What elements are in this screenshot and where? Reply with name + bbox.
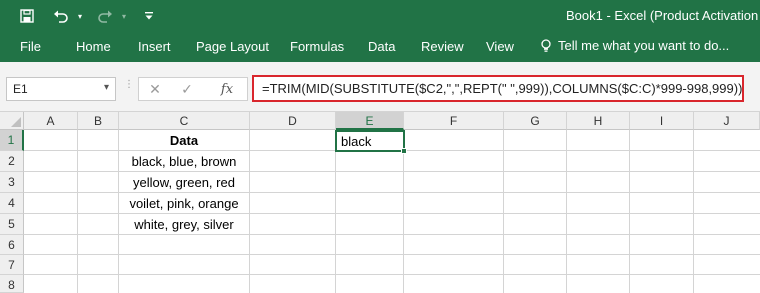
quick-access-toolbar: ▾ ▾	[0, 0, 162, 32]
column-header-j[interactable]: J	[694, 112, 760, 130]
cell-c3[interactable]: yellow, green, red	[119, 173, 249, 193]
name-box-value: E1	[13, 82, 28, 96]
gridline	[24, 254, 760, 255]
tab-review[interactable]: Review	[421, 39, 464, 54]
insert-function-button[interactable]: fx	[212, 77, 242, 101]
column-header-b[interactable]: B	[78, 112, 119, 130]
cell-c2[interactable]: black, blue, brown	[119, 152, 249, 172]
row-header-4[interactable]: 4	[0, 193, 24, 214]
gridline	[629, 130, 630, 293]
select-all-icon	[11, 117, 21, 127]
gridline	[24, 274, 760, 275]
chevron-down-icon[interactable]: ▾	[104, 82, 109, 93]
gridline	[77, 130, 78, 293]
gridline	[335, 130, 336, 293]
active-cell-selection[interactable]	[335, 130, 405, 152]
row-header-7[interactable]: 7	[0, 255, 24, 275]
save-button[interactable]	[14, 0, 40, 32]
row-header-1[interactable]: 1	[0, 130, 24, 151]
fx-icon: fx	[220, 81, 234, 97]
cancel-icon: ✕	[149, 80, 161, 97]
row-header-8[interactable]: 8	[0, 275, 24, 293]
tab-home[interactable]: Home	[76, 39, 111, 54]
tab-view[interactable]: View	[486, 39, 514, 54]
tab-data[interactable]: Data	[368, 39, 395, 54]
undo-dropdown[interactable]: ▾	[74, 0, 86, 32]
save-icon	[20, 9, 34, 23]
column-header-d[interactable]: D	[250, 112, 336, 130]
tab-insert[interactable]: Insert	[138, 39, 171, 54]
cell-c1[interactable]: Data	[119, 131, 249, 151]
redo-button[interactable]	[92, 0, 118, 32]
select-all-button[interactable]	[0, 112, 24, 130]
cell-c4[interactable]: voilet, pink, orange	[119, 194, 249, 214]
tab-page-layout[interactable]: Page Layout	[196, 39, 269, 54]
tell-me-label: Tell me what you want to do...	[558, 38, 730, 53]
undo-icon	[54, 10, 68, 23]
cell-c5[interactable]: white, grey, silver	[119, 215, 249, 235]
title-bar: ▾ ▾ Book1 - Excel (Product Activation F	[0, 0, 760, 32]
gridline	[503, 130, 504, 293]
customize-icon	[145, 12, 153, 20]
window-title: Book1 - Excel (Product Activation F	[566, 8, 760, 23]
column-header-f[interactable]: F	[404, 112, 504, 130]
gridline	[693, 130, 694, 293]
tab-file[interactable]: File	[20, 39, 41, 54]
gridline	[566, 130, 567, 293]
column-header-i[interactable]: I	[630, 112, 694, 130]
row-header-2[interactable]: 2	[0, 151, 24, 172]
cancel-button[interactable]: ✕	[140, 77, 170, 101]
column-header-e[interactable]: E	[336, 112, 404, 130]
name-box[interactable]: E1 ▾	[6, 77, 116, 101]
lightbulb-icon	[541, 38, 551, 52]
gridline	[249, 130, 250, 293]
check-icon: ✓	[181, 80, 193, 97]
formula-input[interactable]: =TRIM(MID(SUBSTITUTE($C2,",",REPT(" ",99…	[252, 75, 744, 102]
tell-me-search[interactable]: Tell me what you want to do...	[540, 38, 729, 53]
formula-text: =TRIM(MID(SUBSTITUTE($C2,",",REPT(" ",99…	[262, 81, 743, 96]
row-header-6[interactable]: 6	[0, 235, 24, 255]
fill-handle[interactable]	[401, 148, 407, 154]
tab-formulas[interactable]: Formulas	[290, 39, 344, 54]
row-header-5[interactable]: 5	[0, 214, 24, 235]
row-header-3[interactable]: 3	[0, 172, 24, 193]
enter-button[interactable]: ✓	[172, 77, 202, 101]
gridline	[403, 130, 404, 293]
formula-bar-area: E1 ▾ ⋮ ✕ ✓ fx =TRIM(MID(SUBSTITUTE($C2,"…	[0, 62, 760, 112]
customize-toolbar-button[interactable]	[136, 0, 162, 32]
spreadsheet-grid: A B C D E F G H I J 1 2 3 4 5 6 7 8 Data…	[0, 112, 760, 293]
redo-dropdown[interactable]: ▾	[118, 0, 130, 32]
ribbon-tabs: File Home Insert Page Layout Formulas Da…	[0, 32, 760, 62]
undo-button[interactable]	[48, 0, 74, 32]
splitter-handle[interactable]: ⋮	[124, 80, 134, 90]
column-header-a[interactable]: A	[24, 112, 78, 130]
redo-icon	[98, 10, 112, 23]
column-header-g[interactable]: G	[504, 112, 567, 130]
column-header-c[interactable]: C	[119, 112, 250, 130]
column-header-h[interactable]: H	[567, 112, 630, 130]
